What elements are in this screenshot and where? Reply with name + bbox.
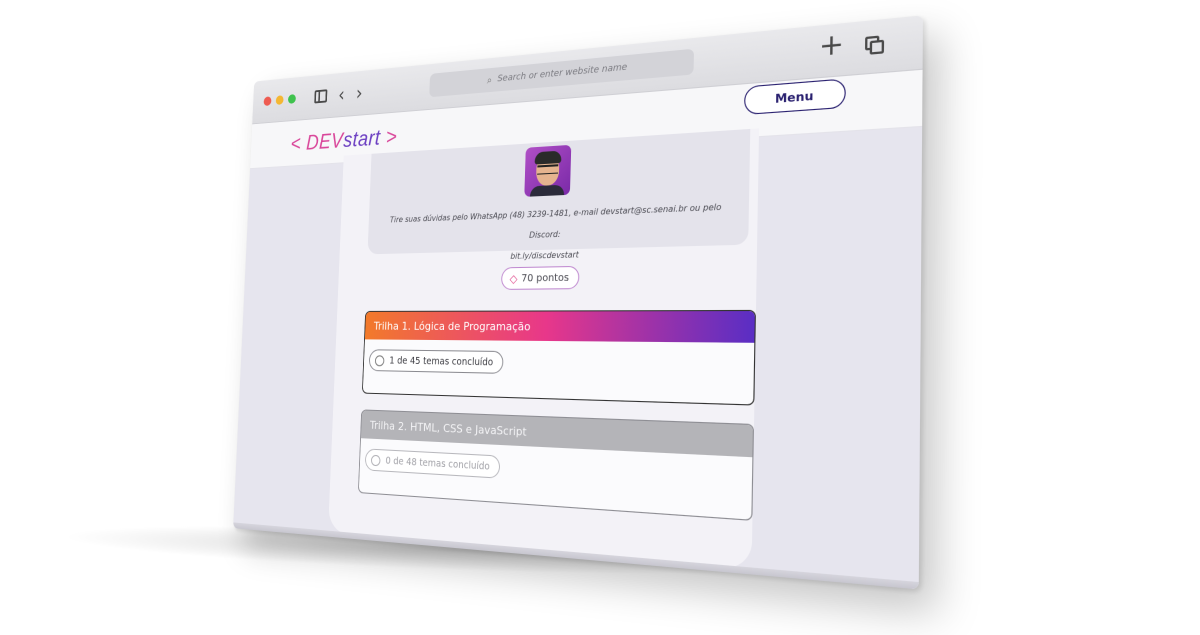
track-title: Trilha 1. Lógica de Programação [364,311,755,343]
logo-bracket-left: < [290,131,302,156]
address-placeholder: Search or enter website name [497,62,628,85]
progress-circle-icon [370,454,381,466]
gem-icon: ◇ [509,271,518,286]
browser-window: ‹ › ⌕ Search or enter website name + < D… [233,15,923,590]
window-controls [263,94,296,107]
dashboard-panel: Tire suas dúvidas pelo WhatsApp (48) 323… [328,128,760,570]
maximize-window-button[interactable] [287,94,296,104]
track-progress-label: 0 de 48 temas concluído [385,455,490,473]
track-progress: 0 de 48 temas concluído [364,448,501,479]
track-progress-label: 1 de 45 temas concluído [389,354,494,368]
back-icon[interactable]: ‹ [338,83,345,106]
avatar [524,144,572,197]
track-title: Trilha 2. HTML, CSS e JavaScript [360,410,753,458]
menu-button[interactable]: Menu [743,78,846,116]
new-tab-icon[interactable]: + [819,28,845,64]
main-content: Tire suas dúvidas pelo WhatsApp (48) 323… [233,127,923,590]
forward-icon[interactable]: › [356,81,363,104]
sidebar-toggle-icon[interactable] [314,89,328,104]
points-badge: ◇ 70 pontos [500,265,580,290]
search-icon: ⌕ [486,74,493,86]
close-window-button[interactable] [263,96,272,107]
logo-bracket-right: > [385,124,398,150]
track-card-2[interactable]: Trilha 2. HTML, CSS e JavaScript 0 de 48… [357,409,755,521]
devstart-logo[interactable]: < DEVstart > [290,124,398,156]
logo-dev: DEV [305,128,344,155]
points-label: 70 pontos [521,271,570,285]
tab-overview-icon[interactable] [865,35,882,52]
contact-info: Tire suas dúvidas pelo WhatsApp (48) 323… [375,196,738,270]
track-progress: 1 de 45 temas concluído [368,349,504,374]
stage: ‹ › ⌕ Search or enter website name + < D… [0,0,1200,635]
progress-circle-icon [374,354,385,366]
address-bar[interactable]: ⌕ Search or enter website name [429,48,695,98]
track-card-1[interactable]: Trilha 1. Lógica de Programação 1 de 45 … [361,309,756,406]
logo-start: start [342,125,381,152]
minimize-window-button[interactable] [275,95,284,106]
